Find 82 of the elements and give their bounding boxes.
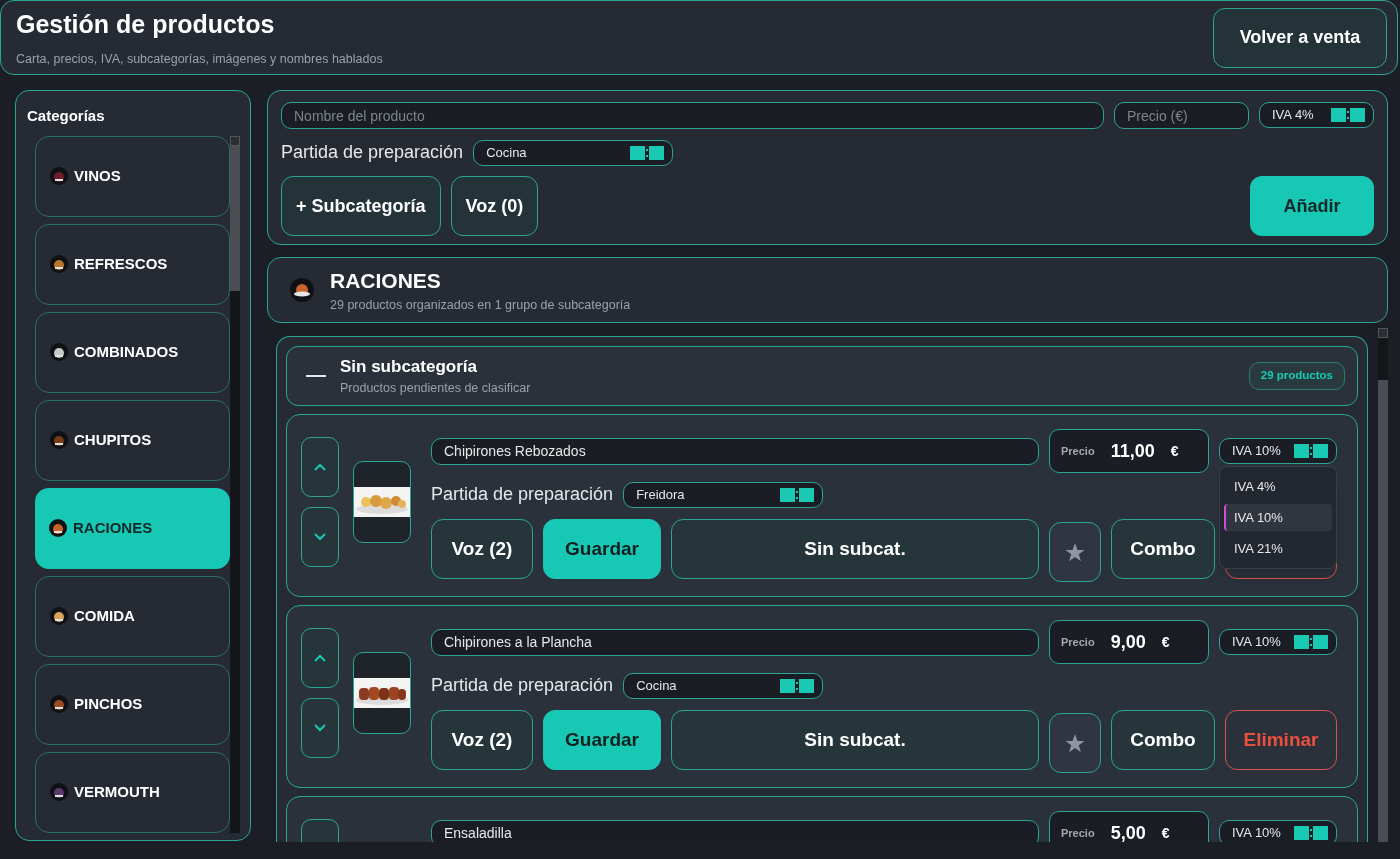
chevron-up-icon	[314, 654, 326, 662]
chevron-up-icon	[314, 463, 326, 471]
scrollbar[interactable]	[230, 135, 240, 833]
category-item[interactable]: REFRESCOS	[35, 223, 230, 305]
subcategory-button[interactable]: Sin subcat.	[671, 710, 1039, 770]
move-down-button[interactable]	[301, 698, 339, 758]
dropdown-option[interactable]: IVA 21%	[1224, 535, 1332, 562]
category-thumbnail-icon	[50, 783, 68, 801]
category-item[interactable]: COMIDA	[35, 575, 230, 657]
category-thumbnail-icon	[290, 278, 314, 302]
price-field[interactable]: Precio 9,00 €	[1049, 620, 1209, 664]
category-item[interactable]: COMBINADOS	[35, 311, 230, 393]
page-subtitle: Carta, precios, IVA, subcategorías, imágenes y nombres hablados	[16, 50, 383, 68]
sidebar-title: Categorías	[27, 106, 106, 126]
add-button[interactable]: Añadir	[1250, 176, 1374, 236]
move-up-button[interactable]	[301, 437, 339, 497]
favorite-button[interactable]	[1049, 713, 1101, 773]
product-image-frame[interactable]	[353, 652, 411, 734]
dropdown-handle-icon	[1294, 444, 1328, 458]
dropdown-handle-icon	[1294, 826, 1328, 840]
category-thumbnail-icon	[49, 519, 67, 537]
product-count-badge: 29 productos	[1248, 362, 1345, 390]
dropdown-option[interactable]: IVA 10%	[1224, 504, 1332, 531]
iva-select[interactable]: IVA 10%	[1219, 629, 1337, 655]
chevron-down-icon	[314, 533, 326, 541]
voice-button[interactable]: Voz (2)	[431, 519, 533, 579]
star-icon	[1065, 542, 1085, 562]
iva-select[interactable]: IVA 10%	[1219, 820, 1337, 842]
save-button[interactable]: Guardar	[543, 710, 661, 770]
category-item[interactable]: VERMOUTH	[35, 751, 230, 833]
combo-button[interactable]: Combo	[1111, 519, 1215, 579]
dropdown-handle-icon	[780, 678, 815, 693]
dropdown-handle-icon	[630, 145, 665, 160]
move-up-button[interactable]	[301, 628, 339, 688]
product-image-frame[interactable]	[353, 461, 411, 543]
group-title: Sin subcategoría	[340, 355, 478, 378]
station-label: Partida de preparación	[431, 483, 614, 506]
category-thumbnail-icon	[50, 255, 68, 273]
product-name-input[interactable]: Nombre del producto	[281, 102, 1104, 129]
price-field[interactable]: Precio 11,00 €	[1049, 429, 1209, 473]
category-thumbnail-icon	[50, 167, 68, 185]
category-item[interactable]: PINCHOS	[35, 663, 230, 745]
iva-select[interactable]: IVA 4%	[1259, 102, 1374, 128]
category-item[interactable]: RACIONES	[35, 487, 230, 569]
move-down-button[interactable]	[301, 507, 339, 567]
product-name-field[interactable]: Ensaladilla	[431, 819, 1039, 842]
chevron-down-icon	[314, 724, 326, 732]
category-item[interactable]: CHUPITOS	[35, 399, 230, 481]
category-thumbnail-icon	[50, 343, 68, 361]
station-select[interactable]: Cocina	[473, 139, 674, 166]
price-field[interactable]: Precio 5,00 €	[1049, 811, 1209, 842]
station-label: Partida de preparación	[281, 141, 464, 164]
voice-button[interactable]: Voz (0)	[450, 176, 539, 236]
delete-button[interactable]: Eliminar	[1225, 710, 1337, 770]
station-select[interactable]: Cocina	[623, 672, 824, 699]
add-subcategory-button[interactable]: + Subcategoría	[281, 176, 441, 236]
dropdown-option[interactable]: IVA 4%	[1224, 473, 1332, 500]
back-button[interactable]: Volver a venta	[1213, 7, 1387, 68]
star-icon	[1065, 733, 1085, 753]
voice-button[interactable]: Voz (2)	[431, 710, 533, 770]
subcategory-button[interactable]: Sin subcat.	[671, 519, 1039, 579]
scrollbar[interactable]	[1378, 328, 1388, 842]
category-thumbnail-icon	[50, 431, 68, 449]
category-subtitle: 29 productos organizados en 1 grupo de subcategoría	[330, 297, 631, 315]
save-button[interactable]: Guardar	[543, 519, 661, 579]
station-select[interactable]: Freidora	[623, 481, 824, 508]
iva-select[interactable]: IVA 10%	[1219, 438, 1337, 464]
product-name-field[interactable]: Chipirones a la Plancha	[431, 628, 1039, 656]
product-name-field[interactable]: Chipirones Rebozados	[431, 437, 1039, 465]
category-thumbnail-icon	[50, 607, 68, 625]
page-title: Gestión de productos	[16, 9, 276, 41]
favorite-button[interactable]	[1049, 522, 1101, 582]
dropdown-handle-icon	[1331, 108, 1365, 122]
category-title: RACIONES	[330, 267, 442, 294]
dropdown-handle-icon	[1294, 635, 1328, 649]
combo-button[interactable]: Combo	[1111, 710, 1215, 770]
category-item[interactable]: VINOS	[35, 135, 230, 217]
station-label: Partida de preparación	[431, 674, 614, 697]
price-input[interactable]: Precio (€)	[1114, 102, 1249, 129]
category-thumbnail-icon	[50, 695, 68, 713]
dropdown-handle-icon	[780, 487, 815, 502]
group-subtitle: Productos pendientes de clasificar	[340, 380, 532, 398]
